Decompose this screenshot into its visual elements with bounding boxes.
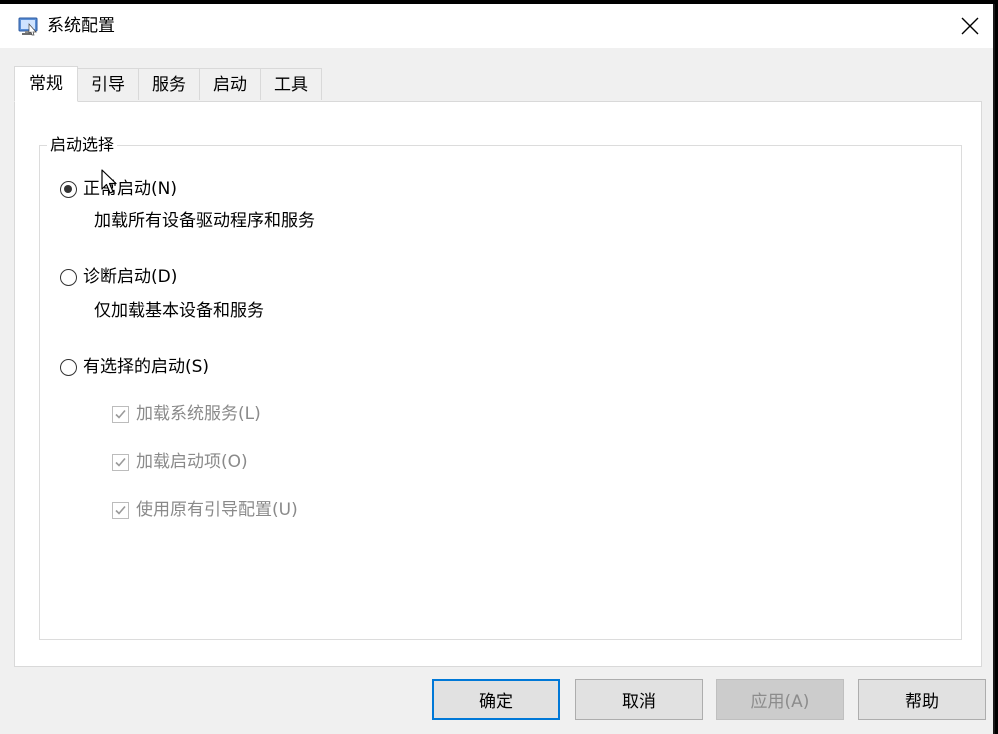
close-button[interactable] bbox=[947, 4, 993, 48]
selective-startup-radio[interactable] bbox=[60, 358, 77, 376]
ok-button[interactable]: 确定 bbox=[432, 679, 560, 720]
diagnostic-startup-label: 诊断启动(D) bbox=[83, 267, 178, 287]
use-original-boot-config-label: 使用原有引导配置(U) bbox=[136, 500, 298, 520]
title-bar: 系统配置 bbox=[0, 4, 993, 48]
diagnostic-startup-radio[interactable] bbox=[60, 268, 77, 286]
load-startup-items-label: 加载启动项(O) bbox=[136, 452, 248, 472]
diagnostic-startup-option[interactable]: 诊断启动(D) bbox=[60, 266, 177, 288]
checkmark-icon bbox=[115, 457, 126, 467]
tab-startup[interactable]: 启动 bbox=[200, 68, 261, 100]
system-config-window: 系统配置 常规 引导 服务 启动 工具 启动选择 正常启动(N) 加载所有设备驱… bbox=[0, 4, 995, 734]
window-title: 系统配置 bbox=[47, 16, 115, 36]
checkmark-icon bbox=[115, 409, 126, 419]
checkmark-icon bbox=[115, 505, 126, 515]
tab-boot[interactable]: 引导 bbox=[78, 68, 139, 100]
diagnostic-startup-description: 仅加载基本设备和服务 bbox=[94, 301, 264, 321]
load-startup-items-option: 加载启动项(O) bbox=[112, 451, 248, 473]
tab-general[interactable]: 常规 bbox=[14, 66, 78, 102]
apply-button: 应用(A) bbox=[716, 679, 844, 720]
selective-startup-option[interactable]: 有选择的启动(S) bbox=[60, 356, 209, 378]
use-original-boot-config-option: 使用原有引导配置(U) bbox=[112, 499, 298, 521]
tab-tools[interactable]: 工具 bbox=[261, 68, 322, 100]
group-title: 启动选择 bbox=[47, 135, 118, 155]
normal-startup-radio[interactable] bbox=[60, 180, 77, 198]
load-system-services-checkbox bbox=[112, 405, 129, 423]
normal-startup-label: 正常启动(N) bbox=[83, 179, 177, 199]
tab-strip: 常规 引导 服务 启动 工具 bbox=[14, 66, 322, 102]
load-startup-items-checkbox bbox=[112, 453, 129, 471]
load-system-services-option: 加载系统服务(L) bbox=[112, 403, 261, 425]
selective-startup-label: 有选择的启动(S) bbox=[83, 357, 210, 377]
normal-startup-option[interactable]: 正常启动(N) bbox=[60, 178, 177, 200]
msconfig-app-icon bbox=[18, 17, 38, 36]
close-icon bbox=[961, 17, 979, 35]
tab-services[interactable]: 服务 bbox=[139, 68, 200, 100]
general-tab-panel: 启动选择 正常启动(N) 加载所有设备驱动程序和服务 诊断启动(D) 仅加载基本… bbox=[14, 101, 982, 667]
cancel-button[interactable]: 取消 bbox=[575, 679, 703, 720]
load-system-services-label: 加载系统服务(L) bbox=[136, 404, 261, 424]
use-original-boot-config-checkbox bbox=[112, 501, 129, 519]
help-button[interactable]: 帮助 bbox=[858, 679, 986, 720]
normal-startup-description: 加载所有设备驱动程序和服务 bbox=[94, 211, 315, 231]
